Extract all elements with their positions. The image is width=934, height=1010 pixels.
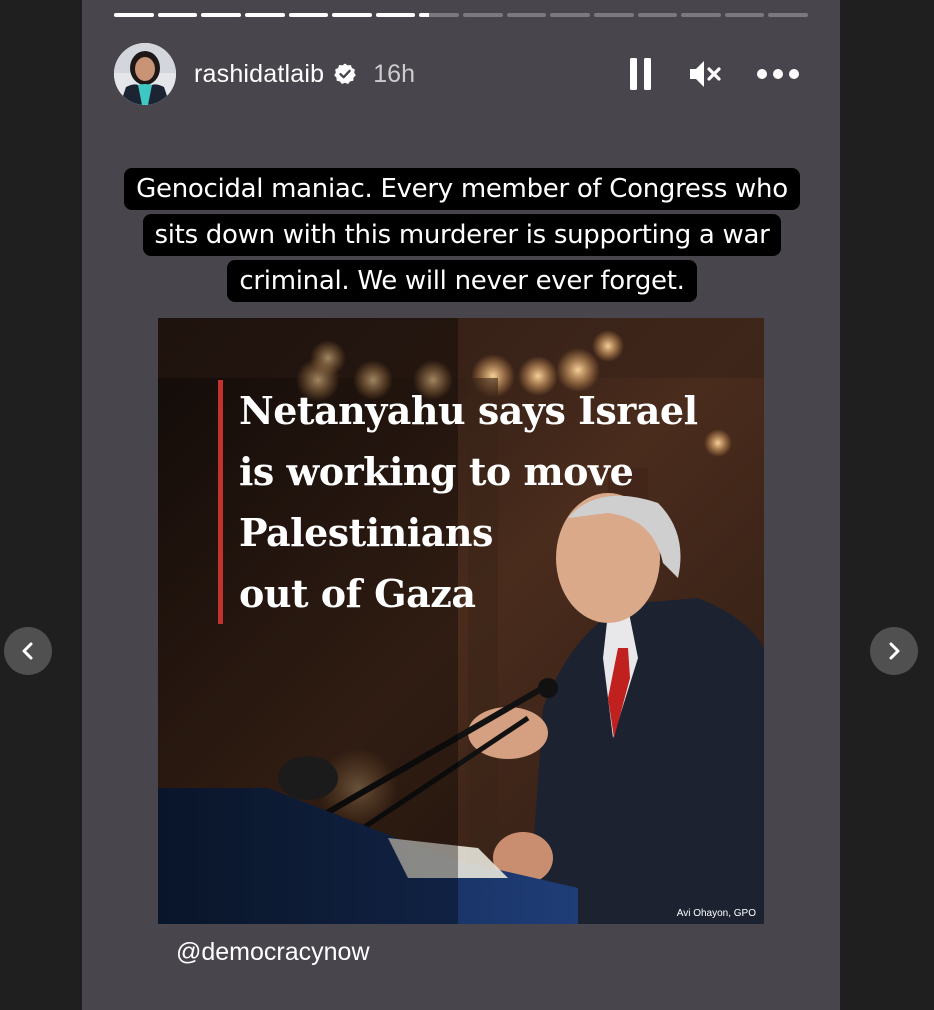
avatar[interactable]: [114, 43, 176, 105]
progress-segment: [463, 13, 503, 17]
progress-segment-fill: [332, 13, 372, 17]
story-caption: Genocidal maniac. Every member of Congre…: [122, 166, 802, 304]
attribution-handle[interactable]: @democracynow: [176, 938, 370, 967]
chevron-right-icon: [889, 642, 900, 660]
progress-segment-fill: [375, 13, 416, 17]
story-frame[interactable]: rashidatlaib 16h Genocidal maniac. Every…: [82, 0, 840, 1010]
progress-segment-fill: [419, 13, 430, 17]
headline-line: out of Gaza: [239, 571, 476, 616]
story-header: rashidatlaib 16h: [114, 42, 808, 106]
progress-segment-fill: [288, 13, 329, 17]
progress-segment-fill: [244, 13, 285, 17]
progress-segment: [681, 13, 721, 17]
progress-segment: [550, 13, 590, 17]
progress-segment: [288, 13, 329, 17]
photo-credit: Avi Ohayon, GPO: [676, 908, 756, 919]
pause-icon: [630, 58, 651, 90]
caption-text: Genocidal maniac. Every member of Congre…: [124, 168, 800, 302]
previous-story-button[interactable]: [4, 627, 52, 675]
progress-segment: [375, 13, 416, 17]
progress-segment: [114, 13, 154, 17]
progress-segment: [724, 13, 765, 17]
pause-button[interactable]: [626, 57, 656, 91]
story-viewer: rashidatlaib 16h Genocidal maniac. Every…: [0, 0, 934, 1010]
story-controls: [626, 57, 808, 91]
headline-line: Netanyahu says Israel: [239, 388, 698, 433]
mute-button[interactable]: [686, 57, 724, 91]
progress-segment: [157, 13, 198, 17]
story-timestamp: 16h: [373, 59, 415, 88]
progress-segment-fill: [201, 13, 241, 17]
progress-segment: [768, 13, 808, 17]
progress-segment-fill: [157, 13, 198, 17]
progress-segment: [593, 13, 634, 17]
story-progress-bar: [114, 13, 808, 17]
progress-segment: [637, 13, 678, 17]
verified-badge-icon: [333, 62, 357, 86]
more-options-button[interactable]: [754, 57, 802, 91]
headline-line: Palestinians: [239, 510, 493, 555]
progress-segment: [332, 13, 372, 17]
story-username[interactable]: rashidatlaib: [194, 60, 324, 89]
progress-segment: [244, 13, 285, 17]
progress-segment-fill: [114, 13, 154, 17]
more-options-icon: [757, 69, 799, 79]
shared-post-image[interactable]: Netanyahu says Israel is working to move P…: [158, 318, 764, 924]
headline-line: is working to move: [239, 449, 634, 494]
chevron-left-icon: [22, 642, 33, 660]
next-story-button[interactable]: [870, 627, 918, 675]
shared-post-headline: Netanyahu says Israel is working to move P…: [218, 380, 709, 624]
progress-segment: [201, 13, 241, 17]
progress-segment: [506, 13, 547, 17]
muted-speaker-icon: [690, 61, 721, 87]
progress-segment: [419, 13, 459, 17]
